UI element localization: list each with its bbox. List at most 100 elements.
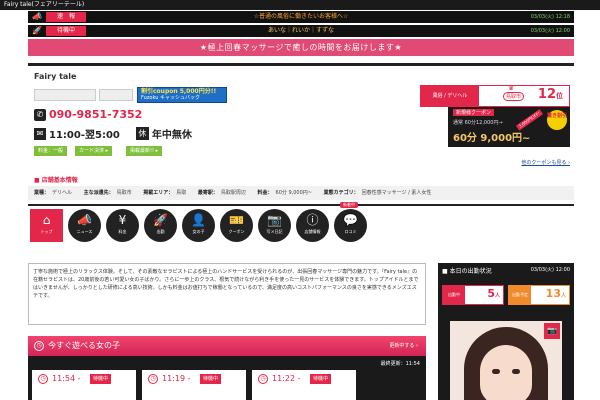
available-now-title: 今すぐ遊べる女の子 [48, 341, 120, 350]
available-girl-card[interactable]: ◷ 11:22 - 待機中 [252, 370, 356, 400]
crown-icon: ♛ [508, 84, 515, 92]
working-count-display: 5人 [487, 287, 500, 300]
ticker-message[interactable]: あいな｜れいか｜すずな [28, 25, 574, 37]
nav-shop-info[interactable]: ⓘ 店舗情報 [296, 209, 329, 242]
phone-icon: ✆ [34, 108, 46, 121]
coupon-caption: 新規様クーポン [453, 109, 495, 116]
catchphrase-banner: ★極上回春マッサージで癒しの時間をお届けします★ [28, 39, 574, 56]
planned-label: 出勤予定 [509, 286, 531, 304]
hours-row: ✉ 11:00-翌5:00 休年中無休 [34, 126, 192, 141]
shop-description: 丁寧な施術で極上のリラックス体験。そして、その素敵なセラピストによる極上のハンド… [28, 263, 426, 325]
nav-label: 出勤 [156, 229, 165, 234]
nav-label: 写メ日記 [266, 229, 283, 234]
coupon-cashback-banner[interactable]: 割引coupon 5,000円分!! Fuzoku キャッシュバック [137, 87, 227, 103]
info-label: 業態カテゴリ： [323, 190, 359, 196]
new-badge: 新着中 [340, 202, 358, 208]
nav-label: 女の子 [192, 229, 205, 234]
working-label: 出勤中 [443, 286, 465, 304]
nav-coupon[interactable]: 🎫 クーポン [220, 209, 253, 242]
ranking-box[interactable]: 風俗 / デリヘル ♛ 鳥取市 12位 [420, 84, 570, 107]
yen-icon: ¥ [118, 213, 127, 227]
share-button[interactable] [34, 89, 96, 101]
ticker-message[interactable]: ☆普通の風俗に働きたいお客様へ☆ [28, 11, 574, 23]
latest-post-button[interactable]: 掲載最新!! ▸ [126, 146, 163, 156]
clock-icon: ◷ [258, 374, 268, 384]
nav-photo-diary[interactable]: 📷 写メ日記 [258, 209, 291, 242]
nav-reviews[interactable]: 💬 口コミ [334, 209, 367, 242]
phone-row[interactable]: ✆ 090-9851-7352 [34, 108, 142, 122]
ranking-value: 12位 [538, 87, 563, 102]
nav-top[interactable]: ⌂ トップ [30, 209, 63, 242]
available-now-header: ◷ 今すぐ遊べる女の子 更新中する › [28, 336, 426, 356]
news-ticker-row[interactable]: 📣 速 報 ☆普通の風俗に働きたいお客様へ☆ 03/03(火) 12:18 [28, 11, 574, 23]
review-icon: 💬 [343, 213, 358, 227]
planned-count-box[interactable]: 出勤予定 13人 [508, 285, 570, 305]
coupon-course: 通常 60分12,000円→ [453, 120, 503, 126]
coupon-banner-line1: 割引coupon 5,000円分!! [141, 88, 217, 95]
info-value: 鳥取市 [116, 190, 132, 196]
nav-label: クーポン [228, 229, 245, 234]
ranking-area: 鳥取市 [503, 92, 525, 101]
count-unit: 人 [560, 293, 566, 299]
bookmark-button[interactable] [99, 89, 133, 101]
photo-eye [512, 369, 520, 374]
available-now-more-link[interactable]: 更新中する › [389, 342, 418, 349]
rank-number: 12 [537, 87, 556, 102]
clock-icon: ◷ [34, 341, 44, 351]
planned-count: 13 [545, 287, 561, 300]
status-badge: 待機中 [90, 374, 112, 384]
info-value: 回春性感マッサージ / 素人女性 [361, 190, 432, 196]
more-coupons-link[interactable]: 他のクーポンも見る › [521, 159, 570, 166]
coupon-price-box[interactable]: 新規様クーポン 通常 60分12,000円→ 60分 9,000円~ 3,000… [448, 107, 570, 147]
standby-ticker-row[interactable]: 🚀 待機中 あいな｜れいか｜すずな 03/03(火) 12:00 [28, 25, 574, 37]
clock-icon: ◷ [148, 374, 158, 384]
available-time: 11:22 - [272, 374, 301, 383]
rank-unit: 位 [556, 92, 563, 100]
site-top-strip: Fairy tale(フェアリーテール) [0, 0, 600, 10]
ticker-time: 03/03(火) 12:18 [530, 14, 570, 20]
phone-number[interactable]: 090-9851-7352 [49, 108, 142, 121]
business-hours: 11:00-翌5:00 [49, 130, 120, 141]
photo-eye [492, 369, 500, 374]
ranking-category: 風俗 / デリヘル [421, 86, 479, 106]
coupon-icon: 🎫 [229, 213, 244, 227]
info-value: 60分 9,000円~ [275, 190, 312, 196]
holiday-text: 年中無休 [151, 130, 192, 141]
available-girl-card[interactable]: ◷ 11:54 - 待機中 [32, 370, 136, 400]
last-updated: 最終更新：11:54 [380, 361, 420, 367]
nav-schedule[interactable]: 🚀 出勤 [144, 209, 177, 242]
photo-face [480, 345, 532, 400]
divider [28, 204, 574, 206]
status-badge: 待機中 [200, 374, 222, 384]
basic-info-heading: 店舗基本情報 [34, 175, 78, 184]
nav-girls[interactable]: 👤 女の子 [182, 209, 215, 242]
girl-photo[interactable]: 📷 [450, 321, 562, 400]
nav-label: 口コミ [344, 229, 357, 234]
info-value: 鳥取 [176, 190, 187, 196]
info-value: デリヘル [52, 190, 73, 196]
price-general-button[interactable]: 料金：一般 [34, 146, 68, 156]
home-icon: ⌂ [42, 213, 51, 227]
available-girl-card[interactable]: ◷ 11:19 - 待機中 [142, 370, 246, 400]
clock-icon: ◷ [38, 374, 48, 384]
camera-icon: 📷 [267, 213, 282, 227]
basic-info-bar: 業種： デリヘル 主な派遣先： 鳥取市 掲載エリア： 鳥取 最寄駅： 鳥取駅周辺 料金：… [28, 186, 574, 200]
camera-icon: 📷 [544, 323, 560, 339]
card-payment-button[interactable]: カード決済 ▸ [75, 146, 113, 156]
today-date: 03/03(火) 12:00 [530, 267, 570, 273]
info-icon: ⓘ [306, 213, 319, 227]
count-unit: 人 [494, 293, 500, 299]
available-now-panel: ◷ 今すぐ遊べる女の子 更新中する › 最終更新：11:54 ◷ 11:54 -… [28, 336, 426, 400]
working-count-box[interactable]: 出勤中 5人 [442, 285, 504, 305]
nav-label: トップ [40, 229, 53, 234]
news-icon: 📣 [77, 213, 92, 227]
info-label: 最寄駅： [197, 190, 218, 196]
discount-badge: 驚き割引 [547, 110, 567, 130]
nav-price[interactable]: ¥ 料金 [106, 209, 139, 242]
coupon-price: 60分 9,000円~ [453, 133, 531, 144]
clock-icon: ✉ [34, 127, 46, 140]
nav-label: ニュース [76, 229, 93, 234]
status-badge: 待機中 [310, 374, 332, 384]
nav-news[interactable]: 📣 ニュース [68, 209, 101, 242]
rocket-icon: 🚀 [153, 213, 168, 227]
